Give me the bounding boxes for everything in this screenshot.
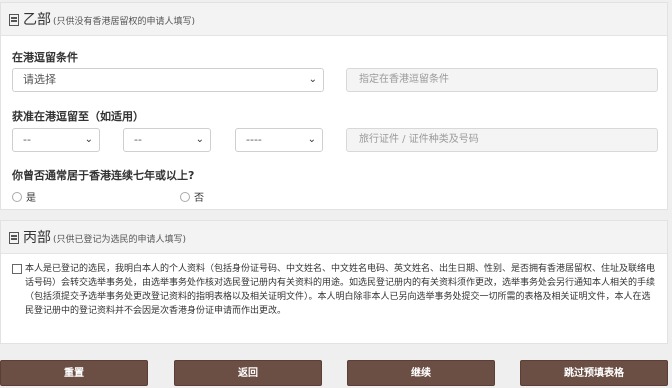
day-select[interactable]: -- ⌄ [12,128,100,152]
condition-select[interactable]: 请选择 ⌄ [12,68,324,92]
reset-button[interactable]: 重置 [0,360,148,386]
declaration-text: 本人是已登记的选民，我明白本人的个人资料（包括身份证号码、中文姓名、中文姓名电码… [25,264,656,316]
radio-no[interactable]: 否 [180,186,204,205]
radio-no-label: 否 [194,193,204,204]
continue-button[interactable]: 继续 [347,360,495,386]
condition-text-placeholder: 指定在香港逗留条件 [359,74,449,85]
condition-text-field[interactable]: 指定在香港逗留条件 [346,68,658,92]
section-c-title: 丙部 [23,230,51,246]
condition-label: 在港逗留条件 [12,51,78,64]
year-select[interactable]: ---- ⌄ [235,128,323,152]
chevron-down-icon: ⌄ [308,74,317,85]
radio-yes[interactable]: 是 [12,186,36,205]
section-c-header: 丙部 (只供已登记为选民的申请人填写) [1,221,667,254]
condition-select-value: 请选择 [23,73,56,86]
declaration-checkbox[interactable] [12,264,22,274]
back-button[interactable]: 返回 [174,360,322,386]
travel-document-placeholder: 旅行证件 / 证件种类及号码 [359,134,479,145]
radio-button-icon[interactable] [12,192,22,202]
chevron-down-icon: ⌄ [195,134,204,145]
travel-document-field[interactable]: 旅行证件 / 证件种类及号码 [346,128,658,152]
radio-button-icon[interactable] [180,192,190,202]
section-c-note: (只供已登记为选民的申请人填写) [53,235,187,245]
section-b-header: 乙部 (只供没有香港居留权的申请人填写) [1,3,667,36]
skip-prefill-button[interactable]: 跳过预填表格 [520,360,668,386]
document-icon [9,14,19,26]
document-icon [9,232,19,244]
section-b-note: (只供没有香港居留权的申请人填写) [53,17,196,27]
month-select[interactable]: -- ⌄ [123,128,211,152]
residence-question: 你曾否通常居于香港连续七年或以上? [12,169,195,182]
chevron-down-icon: ⌄ [307,134,316,145]
stay-until-label: 获准在港逗留至（如适用） [12,110,144,123]
year-select-value: ---- [246,133,262,146]
month-select-value: -- [134,133,142,146]
day-select-value: -- [23,133,31,146]
section-b-title: 乙部 [23,12,51,28]
chevron-down-icon: ⌄ [84,134,93,145]
radio-yes-label: 是 [26,193,36,204]
